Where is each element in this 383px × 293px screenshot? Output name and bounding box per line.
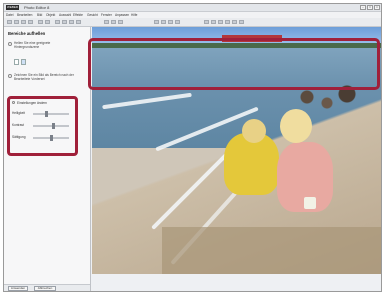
window-title: Photo Editor 8 [24, 5, 50, 10]
app-logo: WEBER [6, 5, 19, 10]
option2-label: Zeichnen Sie ein Bild als Bereich nach d… [14, 73, 74, 81]
close-button[interactable]: × [374, 5, 380, 10]
color-icon[interactable] [168, 20, 173, 24]
panel-button-bar: Anwenden Abbrechen [4, 284, 90, 291]
minimize-button[interactable]: – [360, 5, 366, 10]
settings-header: Einstellungen ändern [17, 101, 47, 105]
toolbar [4, 18, 381, 27]
option1-radio[interactable] [8, 42, 12, 46]
brightness-slider-knob[interactable] [45, 111, 48, 117]
filter-icon[interactable] [154, 20, 159, 24]
contrast-slider-knob[interactable] [52, 123, 55, 129]
eraser-icon[interactable] [111, 20, 116, 24]
option2-radio[interactable] [8, 74, 12, 78]
photo-bucket [304, 197, 316, 209]
contrast-slider[interactable] [33, 123, 69, 129]
photo-child-pink-head [280, 109, 312, 143]
undo-icon[interactable] [38, 20, 43, 24]
settings-icon[interactable] [239, 20, 244, 24]
maximize-button[interactable]: □ [367, 5, 373, 10]
option1-label: Hellen Sie eine geeignete Hintergrundsze… [14, 41, 51, 49]
brightness-label: Helligkeit [12, 111, 25, 115]
thumbnail-option-b[interactable] [21, 59, 26, 65]
print-icon[interactable] [28, 20, 33, 24]
photo-wet-sand [162, 227, 381, 274]
saturation-slider-knob[interactable] [50, 135, 53, 141]
brightness-slider[interactable] [33, 111, 69, 117]
fit-screen-icon[interactable] [218, 20, 223, 24]
sidebar-panel: Bereiche aufhellen Hellen Sie eine geeig… [4, 27, 91, 291]
adjust-icon[interactable] [161, 20, 166, 24]
contrast-label: Kontrast [12, 123, 24, 127]
new-file-icon[interactable] [7, 20, 12, 24]
saturation-slider[interactable] [33, 135, 69, 141]
title-bar: WEBER Photo Editor 8 – □ × [4, 4, 381, 12]
redo-icon[interactable] [45, 20, 50, 24]
cancel-button[interactable]: Abbrechen [34, 286, 56, 291]
thumbnail-option-a[interactable] [14, 59, 19, 65]
apply-button[interactable]: Anwenden [8, 286, 28, 291]
highlight-annotation [88, 38, 380, 90]
settings-group: Einstellungen ändern Helligkeit Kontrast… [7, 96, 78, 156]
rotate-icon[interactable] [62, 20, 67, 24]
zoom-in-icon[interactable] [69, 20, 74, 24]
brush-icon[interactable] [104, 20, 109, 24]
save-icon[interactable] [21, 20, 26, 24]
layers-icon[interactable] [175, 20, 180, 24]
text-tool-icon[interactable] [118, 20, 123, 24]
grid-icon[interactable] [211, 20, 216, 24]
zoom-out-icon[interactable] [76, 20, 81, 24]
help-icon[interactable] [232, 20, 237, 24]
settings-radio[interactable] [12, 101, 15, 104]
crop-icon[interactable] [55, 20, 60, 24]
view-icon[interactable] [204, 20, 209, 24]
photo-child-yellow-head [242, 119, 266, 143]
panel-title: Bereiche aufhellen [8, 31, 46, 36]
open-file-icon[interactable] [14, 20, 19, 24]
saturation-label: Sättigung [12, 135, 26, 139]
fullscreen-icon[interactable] [225, 20, 230, 24]
